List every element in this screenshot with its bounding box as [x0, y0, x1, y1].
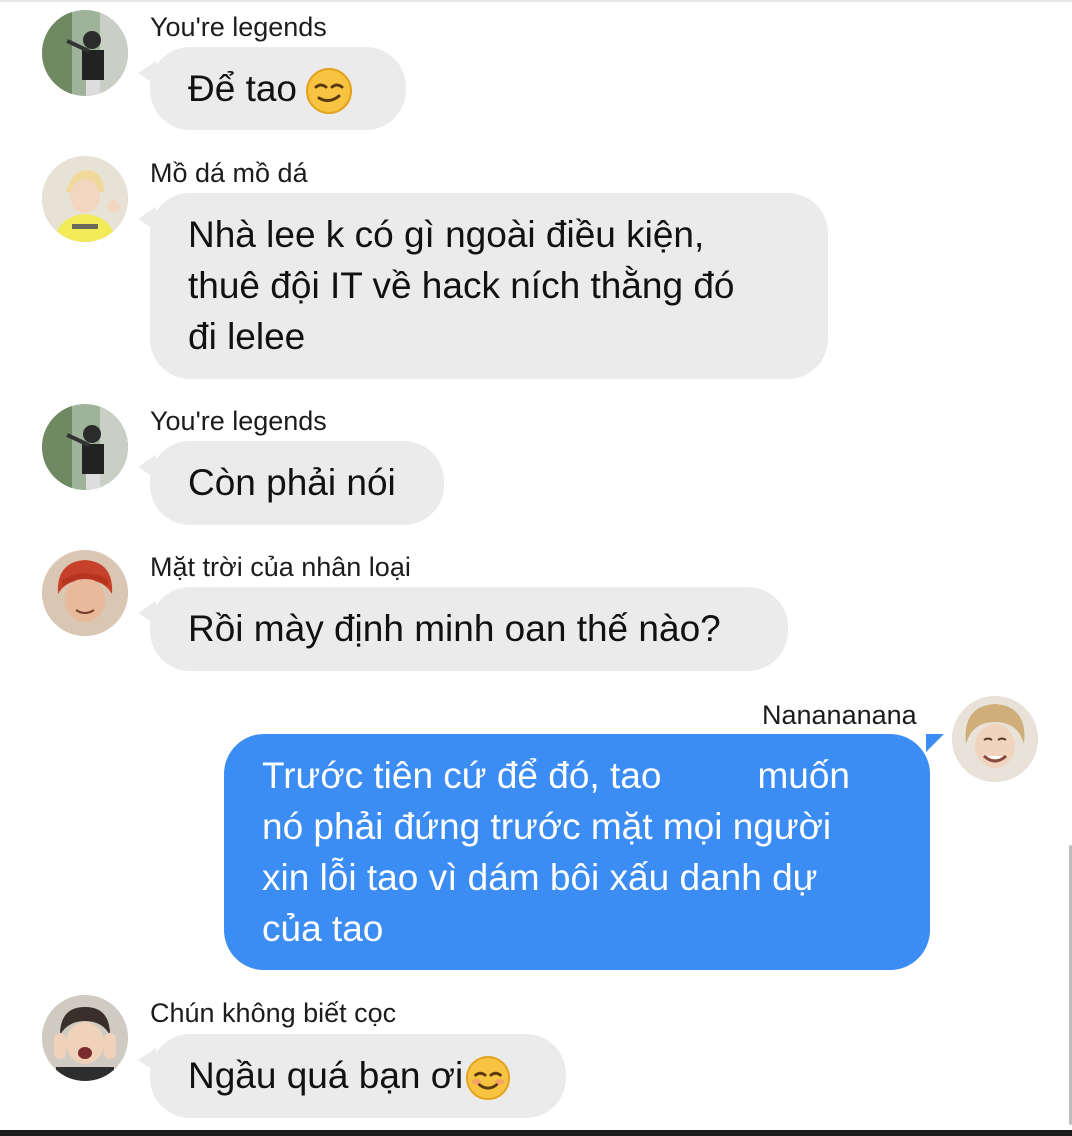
avatar-nanananana[interactable]	[952, 696, 1038, 782]
avatar-chun-khong-biet-coc[interactable]	[42, 995, 128, 1081]
message-bubble[interactable]: Còn phải nói	[138, 441, 444, 525]
message-text: thuê đội IT về hack ních thằng đó	[188, 265, 735, 306]
message-text: Ngầu quá bạn ơi	[188, 1055, 464, 1096]
avatar-youre-legends[interactable]	[42, 10, 128, 96]
sender-name: Nanananana	[762, 700, 917, 730]
message-text: xin lỗi tao vì dám bôi xấu danh dự	[262, 857, 818, 898]
message-text: Rồi mày định minh oan thế nào?	[188, 608, 721, 649]
message-text: nó phải đứng trước mặt mọi người	[262, 806, 832, 847]
sender-name: You're legends	[150, 12, 327, 42]
sender-name: Mồ dá mồ dá	[150, 158, 308, 188]
message-text: đi lelee	[188, 316, 306, 357]
avatar-mat-troi-cua-nhan-loai[interactable]	[42, 550, 128, 636]
message-bubble[interactable]: Ngầu quá bạn ơi	[138, 1034, 566, 1118]
bottom-edge	[0, 1130, 1072, 1136]
smiling-blush-emoji	[465, 1055, 511, 1101]
sender-name: Chún không biết cọc	[150, 998, 397, 1028]
chat-window: You're legends Để tao Mồ dá mồ dá Nhà le…	[0, 0, 1072, 1136]
message-bubble[interactable]: Để tao	[138, 47, 406, 130]
divider	[0, 0, 1072, 2]
message-bubble-outgoing[interactable]: Trước tiên cứ để đó, tao muốn nó phải đứn…	[224, 734, 944, 970]
sender-name: Mặt trời của nhân loại	[150, 552, 411, 582]
message-text: Nhà lee k có gì ngoài điều kiện,	[188, 214, 705, 255]
message-text: của tao	[262, 908, 384, 949]
message-text: muốn	[757, 755, 850, 796]
message-text: Để tao	[188, 68, 298, 109]
message-text: Còn phải nói	[188, 462, 396, 503]
message-text: Trước tiên cứ để đó, tao	[262, 755, 662, 796]
sender-name: You're legends	[150, 406, 327, 436]
avatar-mo-da-mo-da[interactable]	[42, 156, 128, 242]
message-bubble[interactable]: Nhà lee k có gì ngoài điều kiện, thuê độ…	[138, 193, 828, 379]
smirk-emoji	[305, 67, 353, 115]
message-bubble[interactable]: Rồi mày định minh oan thế nào?	[138, 587, 788, 671]
avatar-youre-legends[interactable]	[42, 404, 128, 490]
